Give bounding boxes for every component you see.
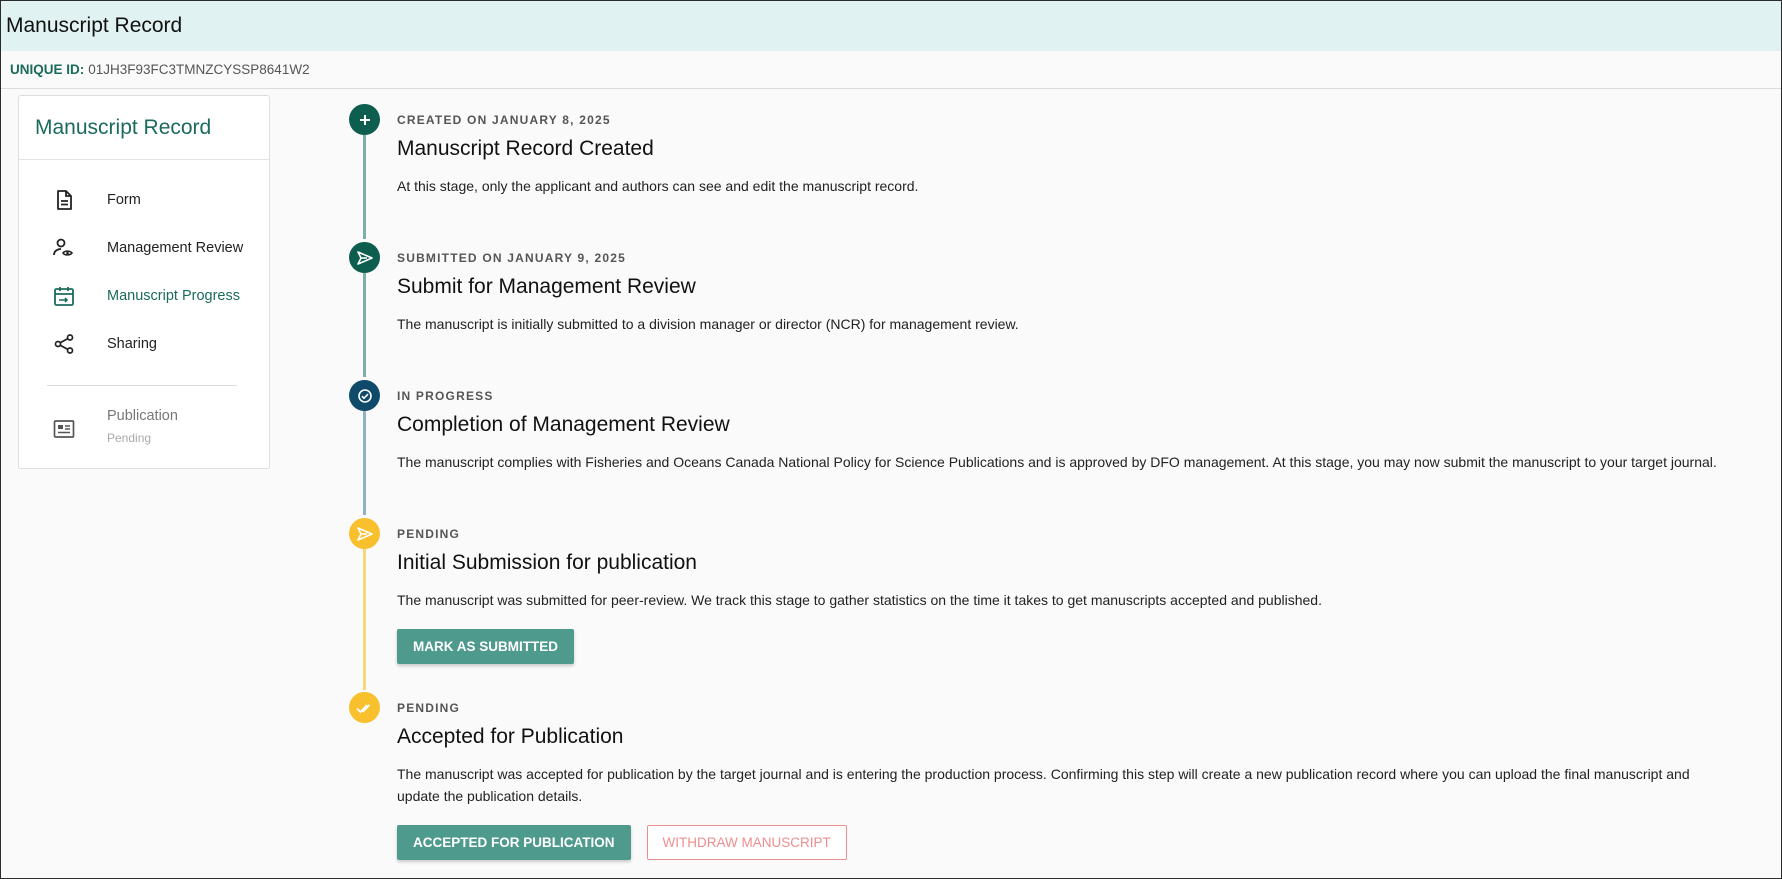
step-description: The manuscript was accepted for publicat… [397,766,1690,804]
sidebar-item-manuscript-progress[interactable]: Manuscript Progress [19,276,269,316]
withdraw-manuscript-button[interactable]: WITHDRAW MANUSCRIPT [646,825,847,860]
double-check-icon [349,692,380,723]
sidebar-item-label: Manuscript Progress [107,288,240,304]
step-status: SUBMITTED ON JANUARY 9, 2025 [397,251,626,265]
step-status: PENDING [397,527,461,541]
step-description: The manuscript complies with Fisheries a… [397,454,1717,470]
timeline-connector [363,273,366,377]
sidebar-item-label: Form [107,192,141,208]
page-title: Manuscript Record [6,14,183,37]
send-icon [349,242,380,273]
accepted-for-publication-button[interactable]: ACCEPTED FOR PUBLICATION [397,825,631,860]
step-title: Accepted for Publication [397,725,624,748]
unique-id-label: UNIQUE ID: [10,62,85,77]
sidebar-item-label: Management Review [107,240,244,256]
mark-as-submitted-button[interactable]: MARK AS SUBMITTED [397,629,574,664]
send-icon [349,518,380,549]
sidebar-divider [47,385,237,386]
step-title: Initial Submission for publication [397,551,697,574]
publication-status: Pending [107,431,152,445]
unique-id-value: 01JH3F93FC3TMNZCYSSP8641W2 [88,62,310,77]
sidebar: Manuscript Record Form Management Review… [18,95,270,469]
check-circle-icon [349,380,380,411]
share-icon [52,332,76,356]
sidebar-item-sharing[interactable]: Sharing [19,324,269,364]
step-status: CREATED ON JANUARY 8, 2025 [397,113,611,127]
timeline-connector [363,135,366,239]
sidebar-item-publication: Publication Pending [19,406,269,452]
calendar-progress-icon [52,284,76,308]
sidebar-item-form[interactable]: Form [19,180,269,220]
unique-id-bar: UNIQUE ID: 01JH3F93FC3TMNZCYSSP8641W2 [1,51,1781,89]
user-review-icon [52,236,76,260]
step-status: IN PROGRESS [397,389,494,403]
step-title: Completion of Management Review [397,413,730,436]
plus-icon [349,104,380,135]
sidebar-item-label: Sharing [107,336,157,352]
sidebar-item-management-review[interactable]: Management Review [19,228,269,268]
newspaper-icon [52,417,76,441]
sidebar-item-label: Publication [107,408,178,424]
app-title-bar: Manuscript Record [1,1,1781,51]
step-description: The manuscript is initially submitted to… [397,316,1019,332]
step-description: At this stage, only the applicant and au… [397,178,919,194]
step-title: Submit for Management Review [397,275,696,298]
timeline-connector [363,411,366,515]
step-status: PENDING [397,701,461,715]
sidebar-title: Manuscript Record [19,96,269,160]
step-title: Manuscript Record Created [397,137,654,160]
step-description: The manuscript was submitted for peer-re… [397,592,1322,608]
timeline-connector [363,549,366,690]
document-icon [52,188,76,212]
